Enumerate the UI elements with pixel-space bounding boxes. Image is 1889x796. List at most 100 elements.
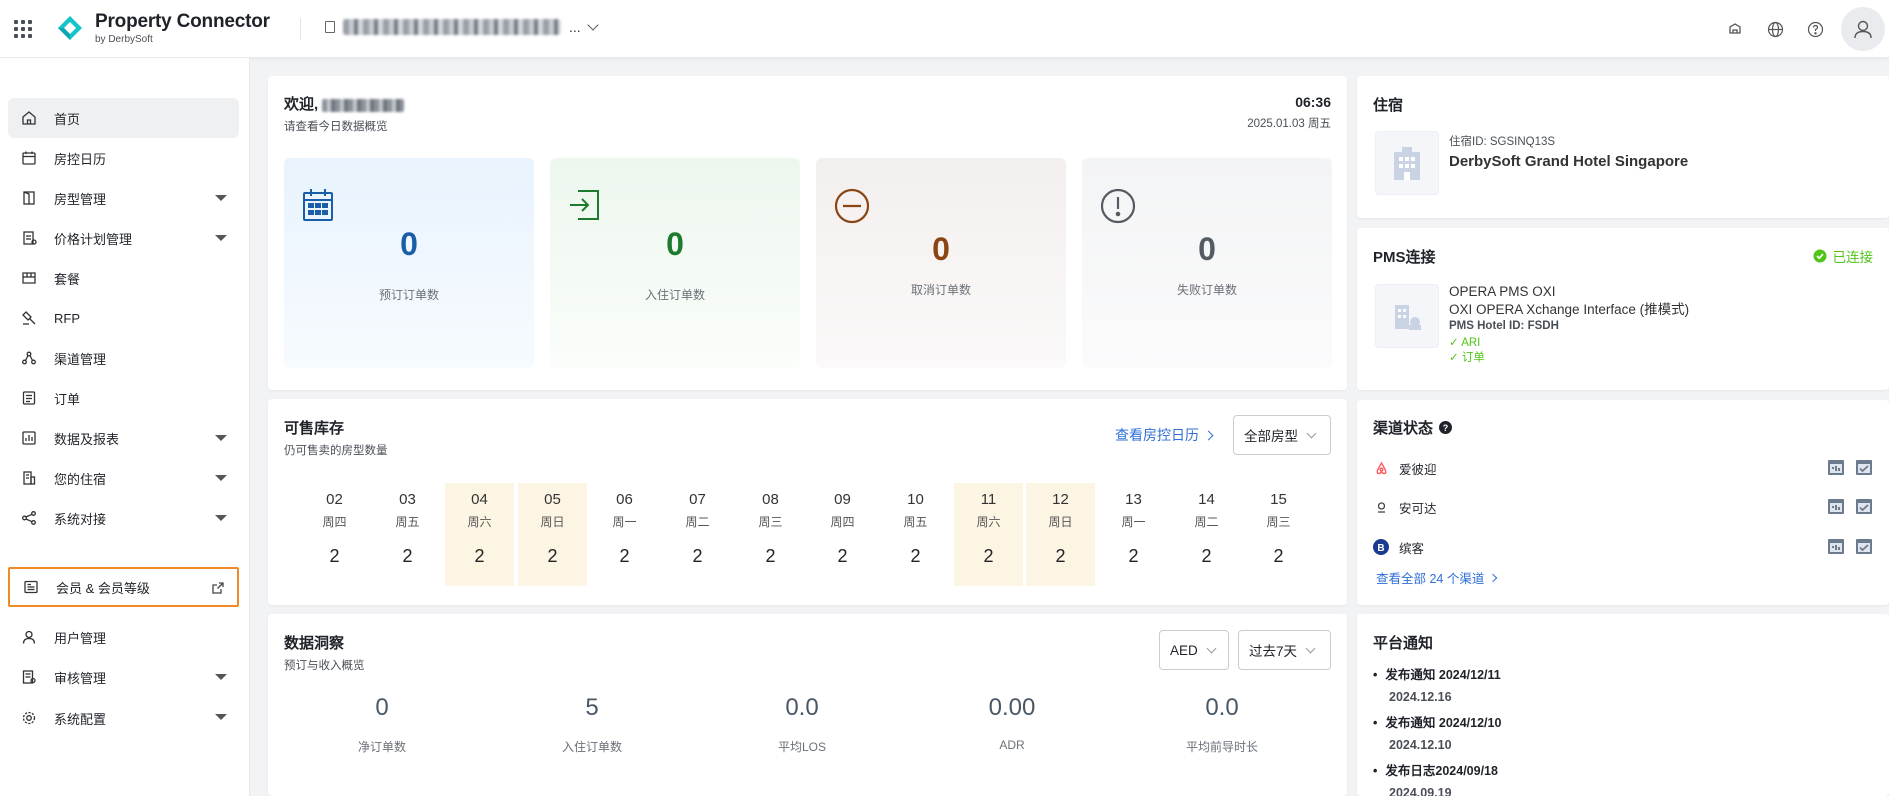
help-icon[interactable]: ?	[1439, 421, 1453, 434]
sidebar-item-label: 审核管理	[54, 670, 107, 686]
inventory-day[interactable]: 13 周一 2	[1099, 483, 1168, 586]
stat-value: 0	[1198, 231, 1216, 267]
stat-failed[interactable]: 0 失败订单数	[1082, 158, 1332, 368]
channel-row[interactable]: 爱彼迎	[1373, 456, 1873, 480]
sidebar-item-users[interactable]: 用户管理	[8, 617, 239, 657]
inventory-day[interactable]: 14 周二 2	[1172, 483, 1241, 586]
caret-down-icon	[215, 674, 227, 680]
metric-label: 入住订单数	[561, 740, 622, 754]
notice-date: 2024.09.19	[1389, 786, 1452, 796]
welcome-greeting: 欢迎,	[284, 96, 319, 113]
sidebar-item-channels[interactable]: 渠道管理	[8, 338, 239, 378]
building-icon	[325, 21, 335, 33]
notice-date: 2024.12.16	[1389, 690, 1452, 704]
sidebar-item-home[interactable]: 首页	[8, 98, 239, 138]
day-date: 09	[834, 491, 851, 508]
inventory-day[interactable]: 08 周三 2	[736, 483, 805, 586]
notice-title: 发布通知 2024/12/11	[1373, 664, 1873, 683]
user-avatar-button[interactable]	[1841, 7, 1885, 51]
inventory-day[interactable]: 02 周四 2	[300, 483, 369, 586]
inventory-title: 可售库存	[284, 420, 345, 437]
stat-label: 入住订单数	[644, 288, 705, 302]
calendar-icon[interactable]	[1827, 497, 1845, 515]
sidebar-item-rate-plans[interactable]: 价格计划管理	[8, 218, 239, 258]
date-range-select[interactable]: 过去7天	[1238, 630, 1331, 670]
globe-icon[interactable]	[1755, 9, 1795, 49]
metric: 5 入住订单数	[487, 694, 697, 755]
stat-cancellations[interactable]: 0 取消订单数	[816, 158, 1066, 368]
notification-icon[interactable]	[1715, 9, 1755, 49]
view-calendar-link[interactable]: 查看房控日历	[1115, 425, 1214, 445]
inventory-day[interactable]: 04 周六 2	[445, 483, 514, 586]
day-weekday: 周五	[903, 515, 928, 529]
notice-item[interactable]: 发布日志2024/09/18 2024.09.19	[1373, 760, 1873, 796]
inventory-day[interactable]: 09 周四 2	[808, 483, 877, 586]
sidebar-item-orders[interactable]: 订单	[8, 378, 239, 418]
sidebar-item-packages[interactable]: 套餐	[8, 258, 239, 298]
calendar-icon[interactable]	[1827, 537, 1845, 555]
day-date: 07	[689, 491, 706, 508]
sidebar-item-room-types[interactable]: 房型管理	[8, 178, 239, 218]
channel-row[interactable]: 安可达	[1373, 495, 1873, 519]
sidebar-item-membership[interactable]: 会员 & 会员等级	[8, 567, 239, 607]
member-icon	[22, 578, 40, 596]
apps-grid-icon[interactable]	[14, 20, 32, 38]
caret-down-icon	[215, 195, 227, 201]
metric-value: 5	[585, 694, 599, 721]
day-date: 11	[980, 491, 997, 508]
inventory-day[interactable]: 07 周二 2	[663, 483, 732, 586]
inventory-day[interactable]: 05 周日 2	[518, 483, 587, 586]
sidebar-item-system-config[interactable]: 系统配置	[8, 697, 239, 739]
sidebar-item-audit[interactable]: 审核管理	[8, 657, 239, 697]
inventory-day[interactable]: 06 周一 2	[590, 483, 659, 586]
day-weekday: 周四	[830, 515, 855, 529]
stat-checkins[interactable]: 0 入住订单数	[550, 158, 800, 368]
inventory-day[interactable]: 15 周三 2	[1244, 483, 1313, 586]
inventory-card: 可售库存 仍可售卖的房型数量 查看房控日历 全部房型 02 周四 2 03 周五 2 0…	[268, 399, 1347, 605]
day-weekday: 周二	[685, 515, 710, 529]
stat-bookings[interactable]: 0 预订订单数	[284, 158, 534, 368]
channel-row[interactable]: B 缤客	[1373, 535, 1873, 559]
check-circle-icon	[1813, 249, 1826, 263]
app-subtitle: by DerbySoft	[95, 34, 153, 45]
sidebar-item-label: 数据及报表	[54, 431, 120, 447]
user-icon	[20, 628, 38, 646]
notice-title: 发布通知 2024/12/10	[1373, 712, 1873, 731]
inventory-day[interactable]: 12 周日 2	[1026, 483, 1095, 586]
currency-select[interactable]: AED	[1159, 630, 1229, 670]
ellipsis: ...	[569, 19, 581, 35]
day-weekday: 周日	[1048, 515, 1073, 529]
inventory-day[interactable]: 03 周五 2	[373, 483, 442, 586]
insights-subtitle: 预订与收入概览	[284, 660, 365, 672]
day-weekday: 周一	[612, 515, 637, 529]
caret-down-icon	[215, 235, 227, 241]
inventory-day[interactable]: 11 周六 2	[954, 483, 1023, 586]
price-icon	[20, 229, 38, 247]
notices-card: 平台通知 发布通知 2024/12/11 2024.12.16 发布通知 202…	[1357, 614, 1889, 796]
chevron-right-icon	[1203, 430, 1214, 440]
report-icon	[20, 429, 38, 447]
calendar-check-icon[interactable]	[1855, 537, 1873, 555]
hotel-switcher[interactable]: ...	[325, 18, 599, 35]
calendar-check-icon[interactable]	[1855, 458, 1873, 476]
room-type-select[interactable]: 全部房型	[1233, 415, 1331, 455]
svg-text:B: B	[1377, 543, 1384, 554]
pms-features: ✓ ARI ✓ 订单	[1449, 336, 1485, 366]
current-date: 2025.01.03 周五	[1247, 118, 1331, 130]
sidebar-item-reports[interactable]: 数据及报表	[8, 418, 239, 458]
insights-card: 数据洞察 预订与收入概览 AED 过去7天 0 净订单数 5 入住订单数 0.0 平均…	[268, 614, 1347, 796]
help-icon[interactable]	[1795, 9, 1835, 49]
notice-item[interactable]: 发布通知 2024/12/11 2024.12.16	[1373, 664, 1873, 704]
inventory-day[interactable]: 10 周五 2	[881, 483, 950, 586]
sidebar-item-label: 会员 & 会员等级	[56, 580, 150, 596]
notice-title: 发布日志2024/09/18	[1373, 760, 1873, 779]
sidebar-item-label: 渠道管理	[54, 351, 107, 367]
calendar-icon[interactable]	[1827, 458, 1845, 476]
notice-item[interactable]: 发布通知 2024/12/10 2024.12.10	[1373, 712, 1873, 752]
sidebar-item-rfp[interactable]: RFP	[8, 298, 239, 338]
sidebar-item-your-property[interactable]: 您的住宿	[8, 458, 239, 498]
sidebar-item-integration[interactable]: 系统对接	[8, 498, 239, 538]
view-all-channels-link[interactable]: 查看全部 24 个渠道	[1376, 568, 1498, 587]
sidebar-item-calendar[interactable]: 房控日历	[8, 138, 239, 178]
calendar-check-icon[interactable]	[1855, 497, 1873, 515]
